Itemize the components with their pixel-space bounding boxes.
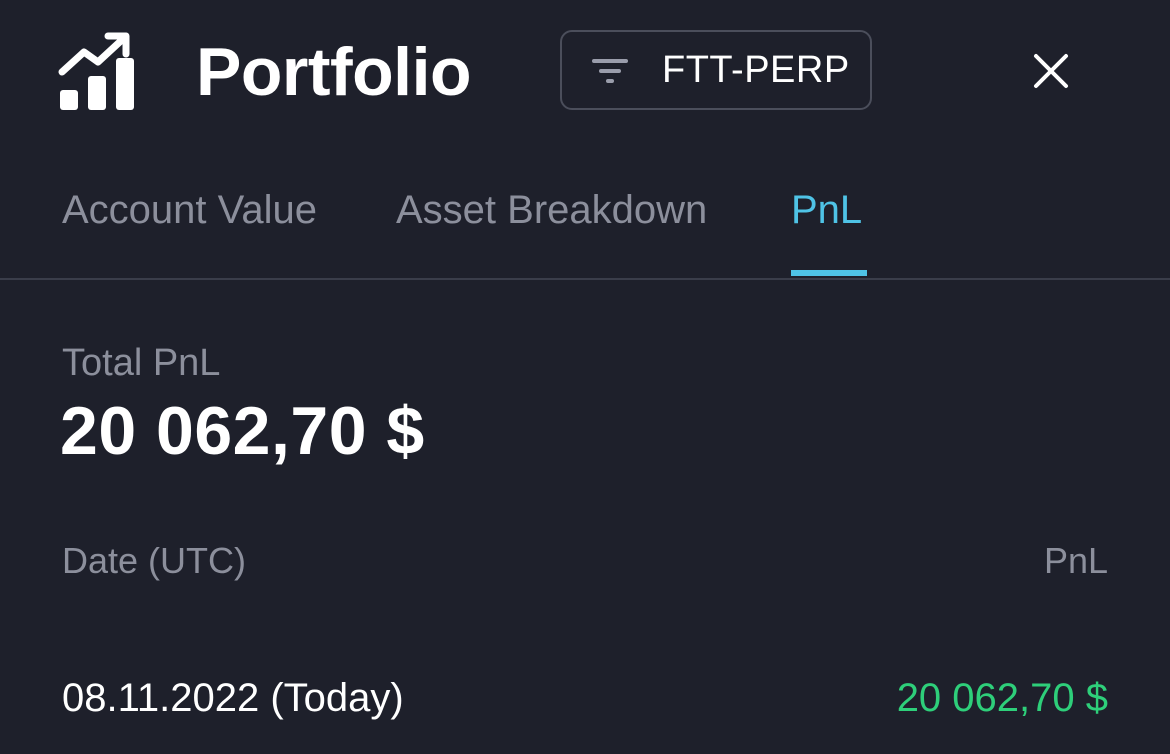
row-pnl-value: 20 062,70 $	[896, 676, 1108, 720]
market-filter-button[interactable]: FTT-PERP	[560, 30, 872, 110]
portfolio-screen: Portfolio FTT-PERP Account Value Asset B…	[0, 0, 1170, 754]
page-title: Portfolio	[196, 34, 472, 110]
filter-icon	[592, 59, 628, 83]
close-icon[interactable]	[1026, 46, 1076, 96]
active-tab-indicator	[791, 270, 867, 276]
tab-account-value[interactable]: Account Value	[62, 188, 317, 233]
tab-pnl[interactable]: PnL	[791, 188, 862, 233]
column-header-pnl: PnL	[1043, 540, 1108, 581]
chart-trending-up-icon	[58, 32, 134, 110]
total-pnl-value: 20 062,70 $	[60, 393, 425, 469]
tab-bar: Account Value Asset Breakdown PnL	[0, 170, 1170, 280]
tab-asset-breakdown[interactable]: Asset Breakdown	[396, 188, 707, 233]
column-header-date: Date (UTC)	[62, 540, 247, 581]
market-filter-label: FTT-PERP	[662, 49, 850, 91]
header: Portfolio FTT-PERP	[0, 0, 1170, 150]
table-row: 08.11.2022 (Today) 20 062,70 $	[0, 670, 1170, 730]
total-pnl-label: Total PnL	[62, 342, 221, 384]
row-date: 08.11.2022 (Today)	[62, 676, 404, 720]
